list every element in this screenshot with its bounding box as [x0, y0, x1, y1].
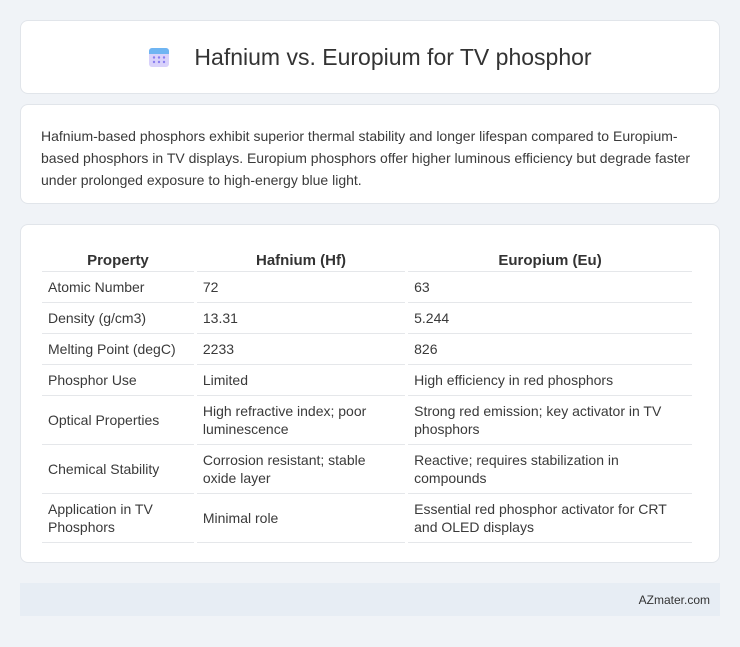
property-cell: Atomic Number — [42, 272, 194, 303]
table-row: Optical Properties High refractive index… — [42, 396, 692, 445]
europium-cell: Strong red emission; key activator in TV… — [408, 396, 692, 445]
hafnium-cell: 72 — [196, 272, 406, 303]
table-row: Phosphor Use Limited High efficiency in … — [42, 365, 692, 396]
table-row: Density (g/cm3) 13.31 5.244 — [42, 303, 692, 334]
column-header-europium: Europium (Eu) — [408, 245, 692, 272]
hafnium-cell: 2233 — [196, 334, 406, 365]
property-cell: Melting Point (degC) — [42, 334, 194, 365]
property-cell: Optical Properties — [42, 396, 194, 445]
table-row: Chemical Stability Corrosion resistant; … — [42, 445, 692, 494]
summary-card: Hafnium-based phosphors exhibit superior… — [20, 104, 720, 204]
comparison-table-card: Property Hafnium (Hf) Europium (Eu) Atom… — [20, 224, 720, 563]
column-header-property: Property — [42, 245, 194, 272]
summary-text: Hafnium-based phosphors exhibit superior… — [41, 128, 691, 188]
title-card: Hafnium vs. Europium for TV phosphor — [20, 20, 720, 94]
europium-cell: 5.244 — [408, 303, 692, 334]
table-header-row: Property Hafnium (Hf) Europium (Eu) — [42, 245, 692, 272]
column-header-hafnium: Hafnium (Hf) — [196, 245, 406, 272]
table-row: Atomic Number 72 63 — [42, 272, 692, 303]
europium-cell: Essential red phosphor activator for CRT… — [408, 494, 692, 543]
footer: AZmater.com — [20, 583, 720, 616]
europium-cell: High efficiency in red phosphors — [408, 365, 692, 396]
property-cell: Chemical Stability — [42, 445, 194, 494]
hafnium-cell: High refractive index; poor luminescence — [196, 396, 406, 445]
comparison-table: Property Hafnium (Hf) Europium (Eu) Atom… — [39, 245, 695, 543]
property-cell: Application in TV Phosphors — [42, 494, 194, 543]
europium-cell: Reactive; requires stabilization in comp… — [408, 445, 692, 494]
table-row: Application in TV Phosphors Minimal role… — [42, 494, 692, 543]
page-title: Hafnium vs. Europium for TV phosphor — [194, 43, 592, 70]
property-cell: Density (g/cm3) — [42, 303, 194, 334]
calendar-icon — [149, 48, 170, 67]
hafnium-cell: Corrosion resistant; stable oxide layer — [196, 445, 406, 494]
footer-site-name: AZmater.com — [638, 592, 710, 607]
hafnium-cell: 13.31 — [196, 303, 406, 334]
europium-cell: 826 — [408, 334, 692, 365]
hafnium-cell: Minimal role — [196, 494, 406, 543]
property-cell: Phosphor Use — [42, 365, 194, 396]
table-row: Melting Point (degC) 2233 826 — [42, 334, 692, 365]
europium-cell: 63 — [408, 272, 692, 303]
hafnium-cell: Limited — [196, 365, 406, 396]
